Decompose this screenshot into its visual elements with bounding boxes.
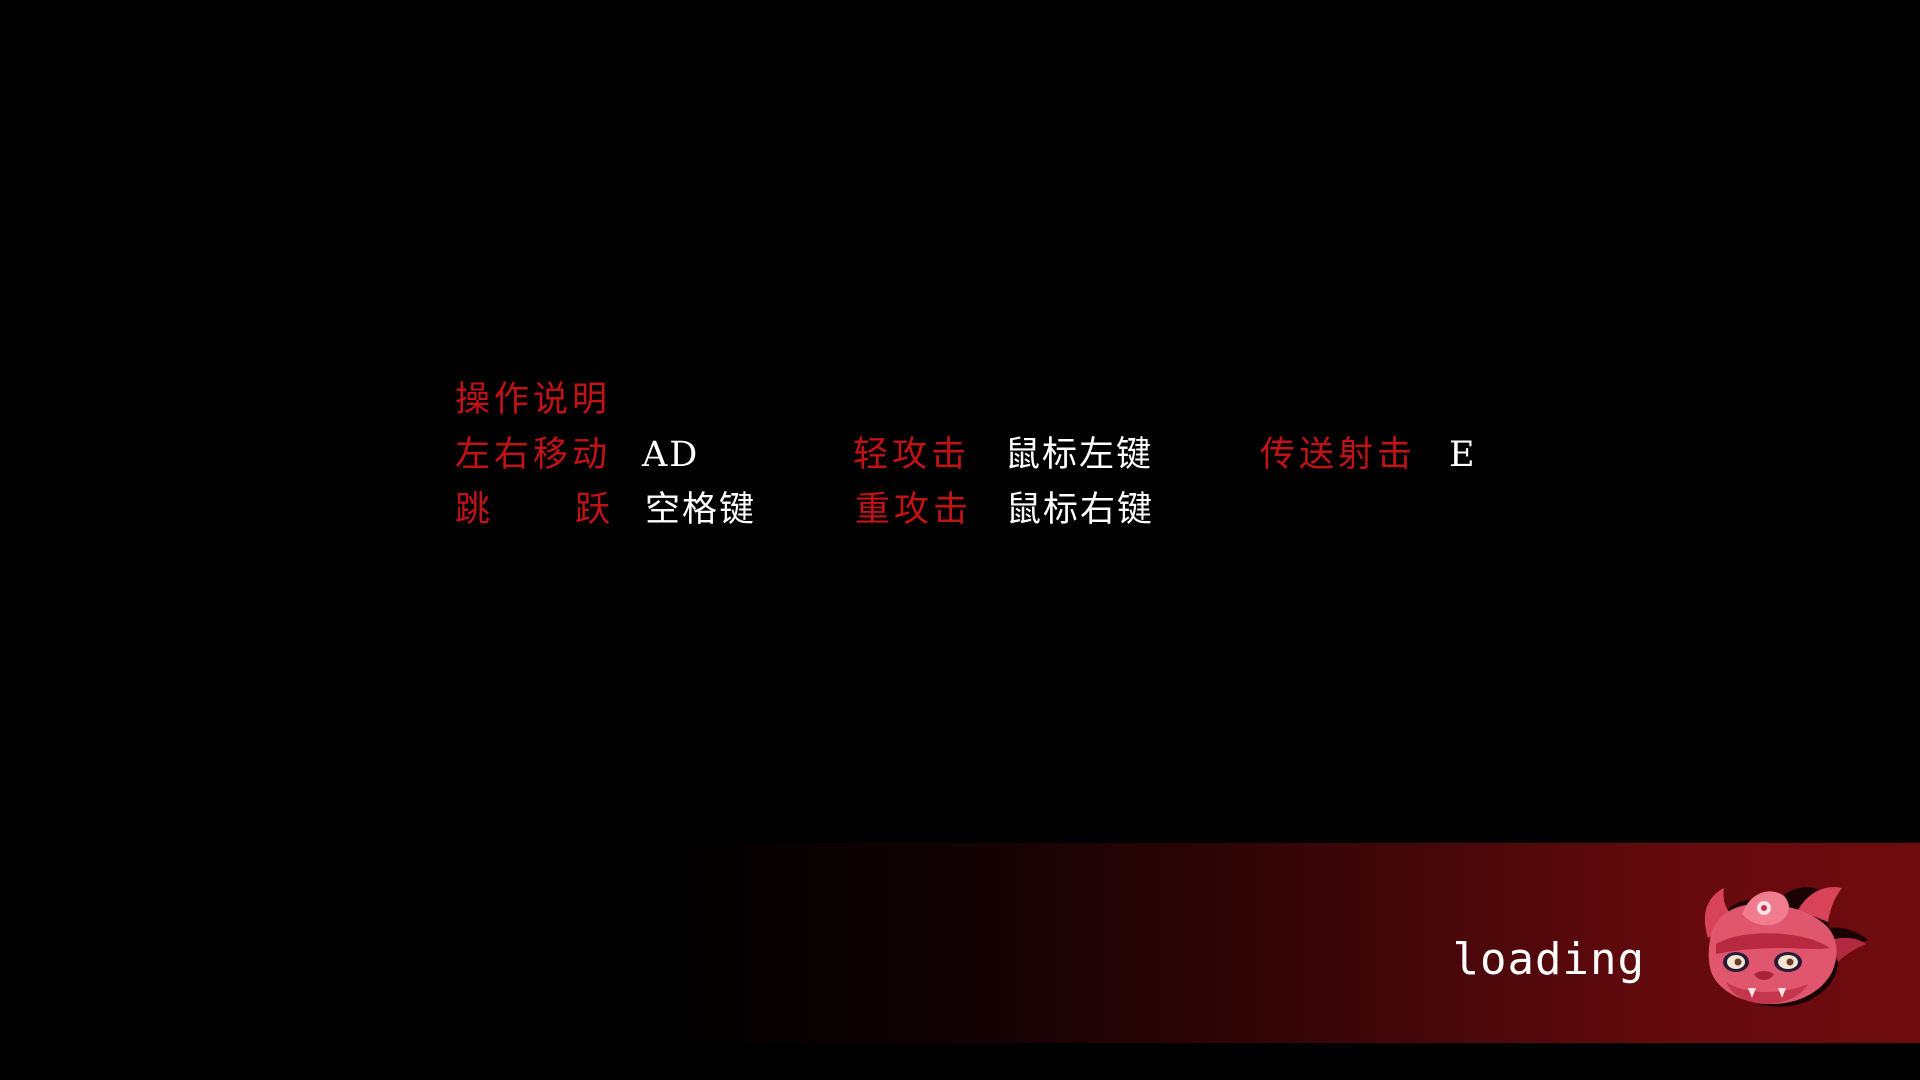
controls-row-2: 跳 跃 空格键 重攻击 鼠标右键	[455, 485, 1555, 535]
jump-label-char-2: 跃	[574, 490, 610, 530]
demon-mask-icon	[1704, 886, 1868, 1007]
light-attack-key: 鼠标左键	[1005, 435, 1154, 475]
controls-row-1: 左右移动 AD 轻攻击 鼠标左键 传送射击 E	[455, 430, 1555, 480]
loading-bar: loading	[660, 843, 1920, 1043]
teleport-shot-label: 传送射击	[1260, 435, 1417, 475]
controls-title: 操作说明	[455, 380, 612, 420]
teleport-shot-key: E	[1449, 435, 1477, 475]
jump-key: 空格键	[645, 490, 757, 530]
move-label: 左右移动	[455, 435, 612, 475]
heavy-attack-label: 重攻击	[855, 490, 973, 530]
heavy-attack-key: 鼠标右键	[1006, 490, 1155, 530]
loading-text: loading	[1452, 934, 1645, 985]
move-key: AD	[642, 435, 700, 475]
light-attack-label: 轻攻击	[853, 435, 971, 475]
jump-label: 跳 跃	[455, 485, 610, 535]
jump-label-char-1: 跳	[455, 490, 491, 530]
controls-panel: 操作说明 左右移动 AD 轻攻击 鼠标左键 传送射击 E 跳 跃 空格键 重攻击…	[455, 375, 1555, 545]
